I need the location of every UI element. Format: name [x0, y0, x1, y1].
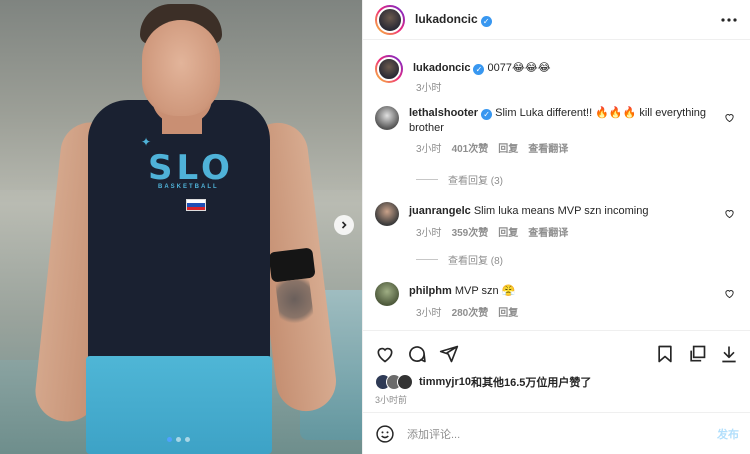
comment-reply-button[interactable]: 回复 [498, 224, 518, 239]
comment-translate-button[interactable]: 查看翻译 [528, 140, 568, 155]
comment-input[interactable]: 添加评论... [407, 426, 460, 442]
comment-likes[interactable]: 359次赞 [452, 224, 489, 239]
verified-badge-icon: ✓ [481, 109, 493, 120]
photo-head [142, 20, 220, 116]
comment-likes[interactable]: 401次赞 [452, 140, 489, 155]
comment-meta: 3小时 359次赞 回复 查看翻译 [416, 224, 739, 239]
likes-count-text[interactable]: 和其他16.5万位用户赞了 [471, 374, 591, 390]
carousel-next-button[interactable] [334, 215, 354, 235]
smiley-icon[interactable] [375, 424, 395, 444]
caption-avatar-ring[interactable] [375, 55, 403, 83]
comment-username[interactable]: philphm [409, 285, 452, 297]
caption-avatar[interactable] [377, 57, 401, 81]
post-photo[interactable]: ✦ SLO BASKETBALL [0, 0, 362, 454]
comment-username[interactable]: juanrangelc [409, 205, 471, 217]
more-options-button[interactable] [721, 17, 737, 22]
comment-time: 3小时 [416, 144, 442, 155]
comment-text-line: juanrangelc Slim luka means MVP szn inco… [409, 204, 725, 226]
post-header: lukadoncic ✓ [363, 0, 750, 40]
post-action-bar [363, 330, 750, 376]
send-icon[interactable] [439, 344, 459, 364]
carousel-dots [167, 437, 190, 442]
view-replies-button[interactable]: 查看回复 (8) [416, 252, 503, 267]
jersey-subtext: BASKETBALL [158, 184, 219, 190]
replies-divider [416, 179, 438, 180]
comment-reply-button[interactable]: 回复 [498, 140, 518, 155]
caption-text-line: lukadoncic ✓ 0077😂😂😂 [413, 61, 729, 83]
comment-time: 3小时 [416, 308, 442, 319]
comment-item: philphm MVP szn 😤 3小时 280次赞 回复 [375, 282, 739, 319]
comment-text: MVP szn 😤 [454, 285, 516, 297]
comment-item: juanrangelc Slim luka means MVP szn inco… [375, 202, 739, 239]
comments-list[interactable]: lukadoncic ✓ 0077😂😂😂 3小时 lethalshooter ✓ S… [363, 41, 750, 330]
replies-divider [416, 259, 438, 260]
author-username[interactable]: lukadoncic ✓ [415, 12, 492, 27]
view-replies-label[interactable]: 查看回复 (8) [448, 252, 503, 267]
carousel-dot[interactable] [176, 437, 181, 442]
jersey-logo-icon: ✦ [141, 135, 152, 149]
comment-likes[interactable]: 280次赞 [452, 304, 489, 319]
comment-translate-button[interactable]: 查看翻译 [528, 224, 568, 239]
caption-item: lukadoncic ✓ 0077😂😂😂 3小时 [375, 55, 739, 94]
slovenia-flag-icon [186, 199, 206, 211]
comment-item: lethalshooter ✓ Slim Luka different!! 🔥🔥🔥… [375, 106, 739, 155]
caption-username[interactable]: lukadoncic [413, 62, 470, 74]
comment-like-heart-icon[interactable] [724, 288, 735, 299]
more-horizontal-icon [721, 17, 737, 22]
liker-avatars [375, 374, 413, 390]
comment-username[interactable]: lethalshooter [409, 107, 478, 119]
commenter-avatar[interactable] [375, 106, 399, 130]
post-timestamp: 3小时前 [375, 395, 408, 405]
comment-like-heart-icon[interactable] [724, 112, 735, 123]
verified-badge-icon: ✓ [480, 16, 492, 27]
photo-jersey [88, 100, 270, 376]
carousel-dot[interactable] [167, 437, 172, 442]
heart-icon[interactable] [375, 344, 395, 364]
download-icon[interactable] [719, 344, 739, 364]
liker-avatar [397, 374, 413, 390]
likes-summary[interactable]: timmyjr10 和其他16.5万位用户赞了 [375, 374, 591, 390]
instagram-post-view: ✦ SLO BASKETBALL lukadoncic ✓ lukadoncic… [0, 0, 750, 454]
commenter-avatar[interactable] [375, 282, 399, 306]
view-replies-button[interactable]: 查看回复 (3) [416, 172, 503, 187]
comment-meta: 3小时 401次赞 回复 查看翻译 [416, 140, 739, 155]
commenter-avatar[interactable] [375, 202, 399, 226]
author-avatar[interactable] [377, 6, 403, 33]
copy-icon[interactable] [687, 344, 707, 364]
bookmark-icon[interactable] [655, 344, 675, 364]
caption-text: 0077😂😂😂 [487, 62, 551, 74]
jersey-text: SLO [148, 148, 234, 188]
add-comment-bar: 添加评论... 发布 [363, 412, 750, 454]
chevron-right-icon [341, 221, 347, 229]
liker-username[interactable]: timmyjr10 [419, 376, 471, 388]
comment-reply-button[interactable]: 回复 [498, 304, 518, 319]
comment-text-line: philphm MVP szn 😤 [409, 284, 725, 306]
post-comment-button[interactable]: 发布 [717, 426, 739, 442]
photo-tattoo [275, 278, 315, 330]
comment-meta: 3小时 280次赞 回复 [416, 304, 739, 319]
author-avatar-ring[interactable] [375, 4, 405, 35]
post-sidebar: lukadoncic ✓ lukadoncic ✓ 0077😂😂😂 3小时 le… [362, 0, 750, 454]
comment-icon[interactable] [407, 344, 427, 364]
comment-like-heart-icon[interactable] [724, 208, 735, 219]
verified-badge-icon: ✓ [473, 64, 485, 75]
caption-time: 3小时 [416, 83, 442, 94]
carousel-dot[interactable] [185, 437, 190, 442]
comment-time: 3小时 [416, 228, 442, 239]
comment-text: Slim luka means MVP szn incoming [473, 205, 649, 217]
view-replies-label[interactable]: 查看回复 (3) [448, 172, 503, 187]
comment-text-line: lethalshooter ✓ Slim Luka different!! 🔥🔥🔥… [409, 106, 725, 136]
